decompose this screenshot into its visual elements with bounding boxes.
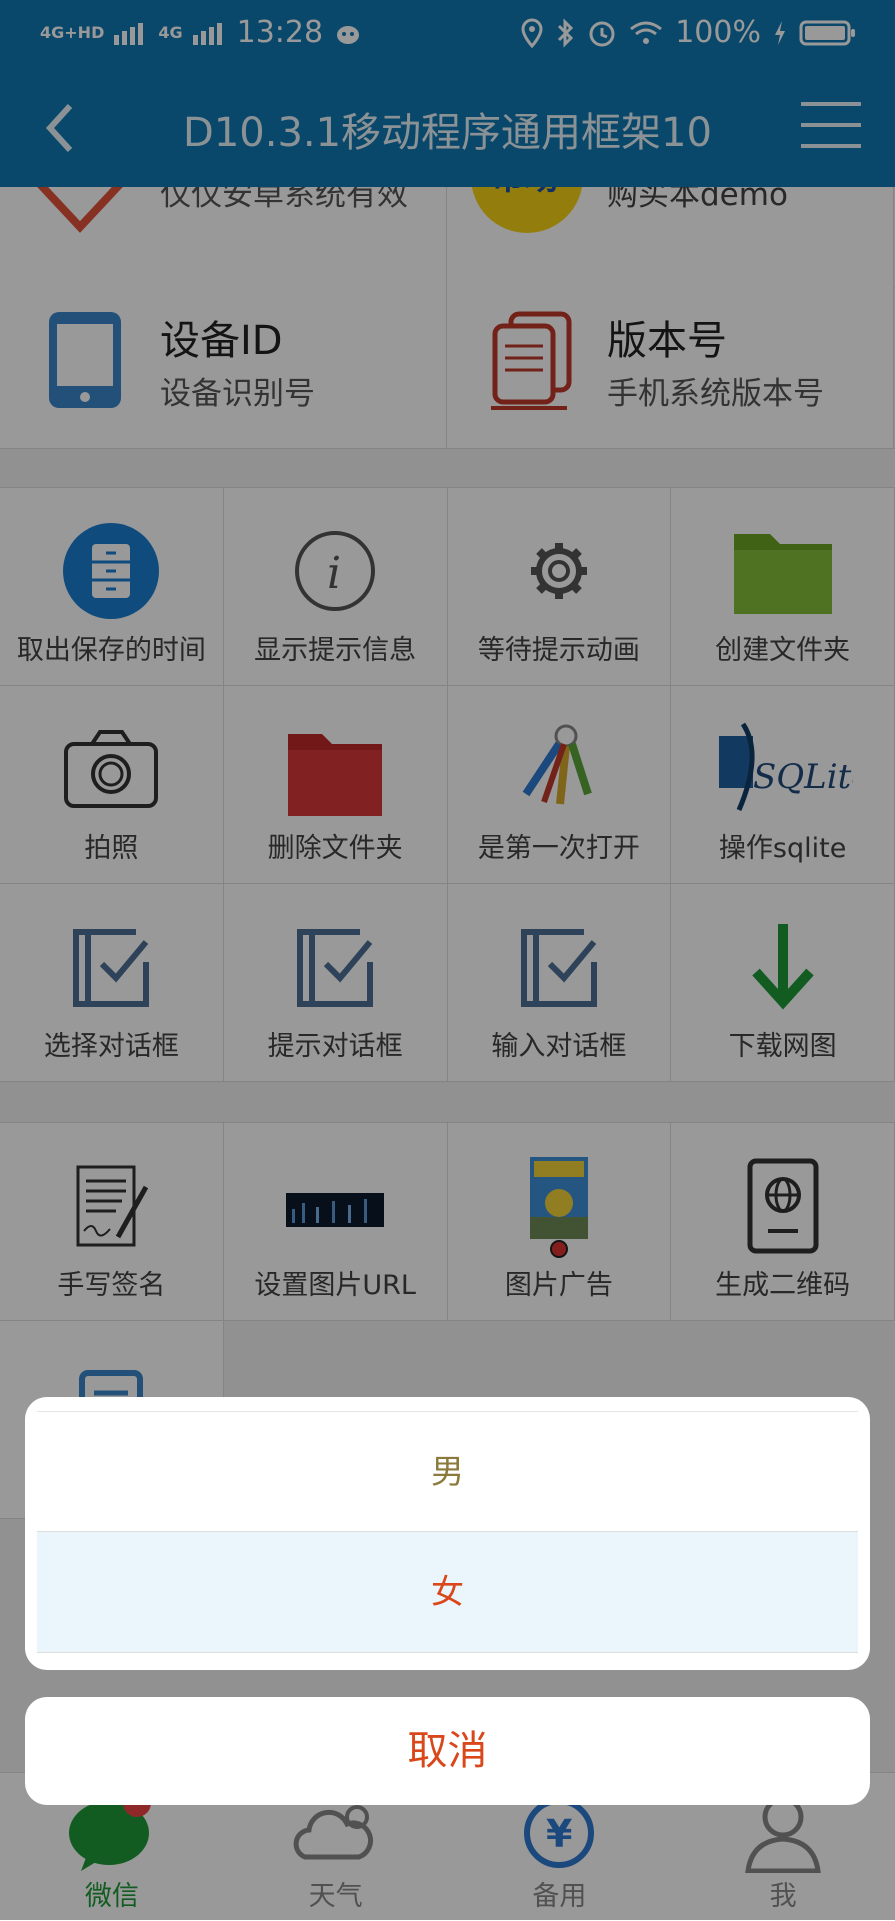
option-female[interactable]: 女 bbox=[37, 1531, 858, 1653]
cancel-button[interactable]: 取消 bbox=[25, 1697, 870, 1805]
option-male[interactable]: 男 bbox=[37, 1411, 858, 1532]
action-sheet: 男 女 bbox=[25, 1397, 870, 1670]
